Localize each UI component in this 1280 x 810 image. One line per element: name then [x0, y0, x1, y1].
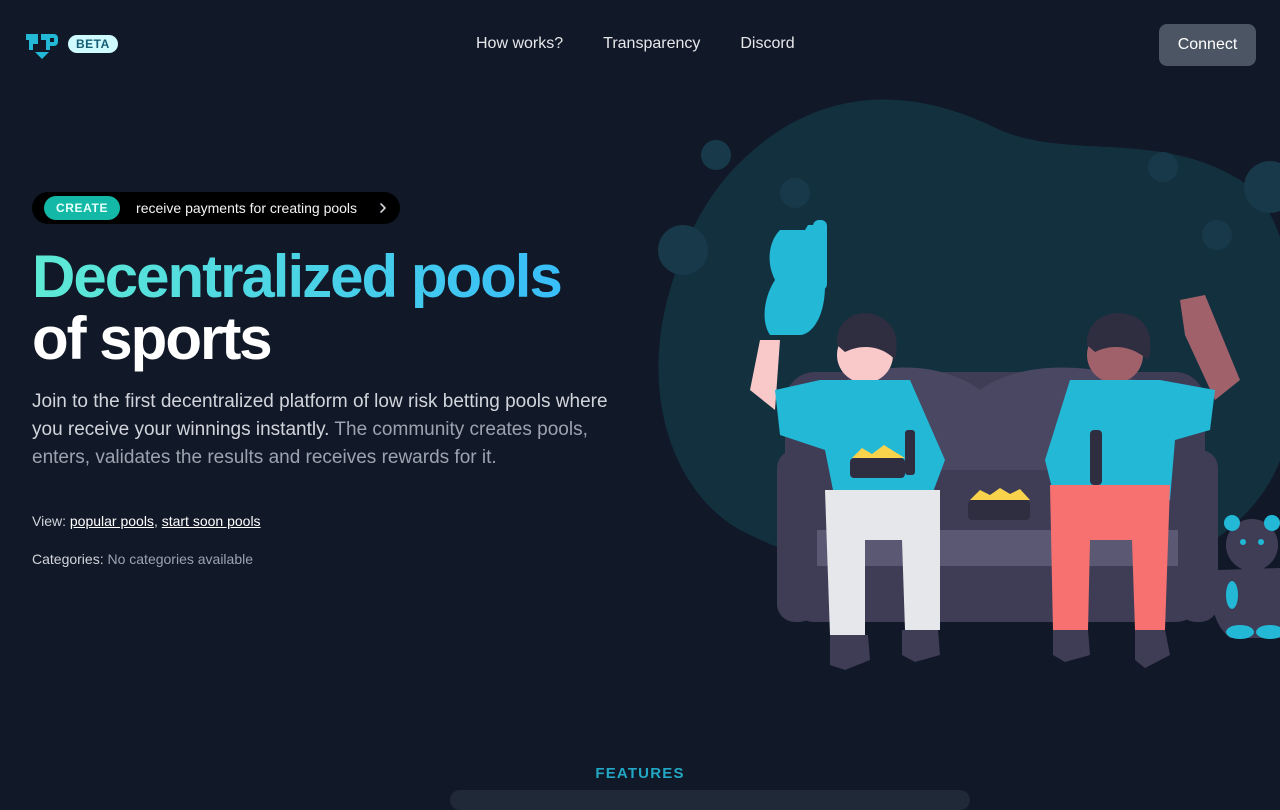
view-separator: , [153, 513, 162, 529]
nav-transparency[interactable]: Transparency [603, 34, 700, 54]
sports-fans-illustration [658, 99, 1280, 670]
nav-how-works[interactable]: How works? [476, 34, 563, 54]
main-nav: How works? Transparency Discord [476, 34, 795, 54]
hero-title: Decentralized pools of sports [32, 243, 563, 372]
create-announcement-pill[interactable]: CREATE receive payments for creating poo… [32, 192, 400, 224]
create-badge: CREATE [44, 196, 121, 220]
hero-title-line2: of sports [32, 305, 273, 372]
hero-title-line1: Decentralized pools [32, 243, 563, 310]
popular-pools-link[interactable]: popular pools [70, 513, 154, 529]
start-soon-pools-link[interactable]: start soon pools [162, 513, 261, 529]
features-subtitle-placeholder [450, 790, 970, 810]
categories: Categories: No categories available [32, 551, 253, 567]
view-label: View: [32, 513, 70, 529]
nav-discord[interactable]: Discord [740, 34, 794, 54]
beta-badge: BETA [68, 35, 118, 53]
categories-label: Categories: [32, 551, 108, 567]
site-header: BETA How works? Transparency Discord Con… [0, 0, 1280, 90]
view-links: View: popular pools, start soon pools [32, 513, 261, 529]
features-heading: FEATURES [595, 765, 685, 782]
pp-logo-icon[interactable] [24, 30, 60, 60]
hero-description: Join to the first decentralized platform… [32, 388, 632, 472]
categories-value: No categories available [107, 551, 254, 567]
pill-text: receive payments for creating pools [136, 200, 358, 216]
chevron-right-icon [380, 203, 386, 213]
connect-button[interactable]: Connect [1159, 24, 1256, 66]
